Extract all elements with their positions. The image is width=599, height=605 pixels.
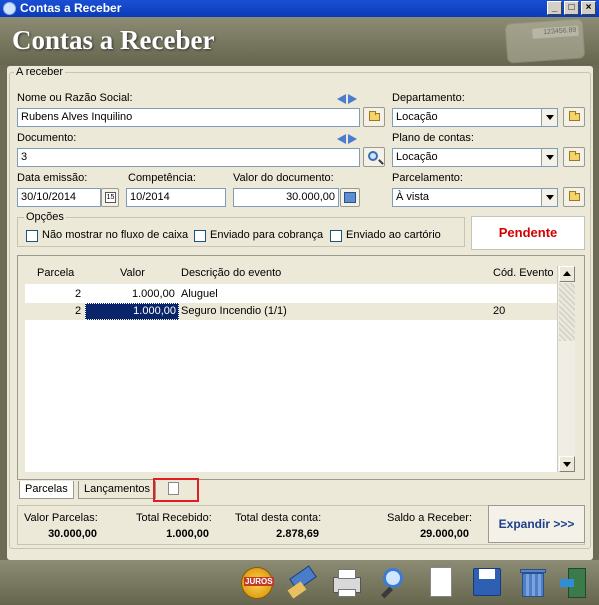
nome-label: Nome ou Razão Social: xyxy=(17,92,133,104)
nav-arrows-icon[interactable] xyxy=(337,94,359,104)
table-row[interactable]: 2 1.000,00 Aluguel xyxy=(25,286,557,303)
calendar-icon: 15 xyxy=(105,192,116,203)
document-tab-icon[interactable] xyxy=(168,482,179,495)
departamento-value: Locação xyxy=(396,111,438,123)
exit-button[interactable] xyxy=(558,565,594,601)
valor-parcelas-value: 30.000,00 xyxy=(48,528,97,540)
cell-parcela: 2 xyxy=(75,305,82,317)
new-document-button[interactable] xyxy=(423,565,459,601)
competencia-label: Competência: xyxy=(128,172,196,184)
chevron-down-icon[interactable] xyxy=(541,149,557,166)
valor-parcelas-label: Valor Parcelas: xyxy=(24,512,98,524)
juros-label: JUROS xyxy=(244,577,274,586)
competencia-field[interactable]: 10/2014 xyxy=(126,188,226,207)
parcelamento-value: À vista xyxy=(396,191,430,203)
parcelamento-label: Parcelamento: xyxy=(392,172,463,184)
departamento-label: Departamento: xyxy=(392,92,465,104)
saldo-value: 29.000,00 xyxy=(420,528,469,540)
calculator-icon xyxy=(344,192,356,203)
search-button[interactable] xyxy=(377,565,413,601)
total-conta-label: Total desta conta: xyxy=(235,512,322,524)
nome-field[interactable]: Rubens Alves Inquilino xyxy=(17,108,360,127)
chevron-down-icon[interactable] xyxy=(541,189,557,206)
scroll-down-icon[interactable] xyxy=(559,456,575,472)
scroll-up-icon[interactable] xyxy=(559,266,575,282)
scroll-thumb[interactable] xyxy=(559,283,575,341)
calculator-button[interactable] xyxy=(340,188,360,207)
saldo-label: Saldo a Receber: xyxy=(387,512,472,524)
cell-valor[interactable]: 1.000,00 xyxy=(85,303,179,320)
calendar-button[interactable]: 15 xyxy=(101,188,119,207)
documento-search-button[interactable] xyxy=(363,147,385,167)
parcelamento-select[interactable]: À vista xyxy=(392,188,558,207)
parcelamento-browse-button[interactable] xyxy=(563,187,585,207)
folder-icon xyxy=(569,191,580,201)
nav-arrows-icon[interactable] xyxy=(337,134,359,144)
cartorio-label: Enviado ao cartório xyxy=(346,229,441,241)
page-title: Contas a Receber xyxy=(12,25,215,55)
departamento-browse-button[interactable] xyxy=(563,107,585,127)
opcoes-legend: Opções xyxy=(24,211,66,223)
calculator-decoration-icon: 123456.89 xyxy=(504,18,586,64)
column-header[interactable]: Valor xyxy=(120,267,145,279)
new-document-icon xyxy=(430,567,452,597)
folder-icon xyxy=(569,151,580,161)
fluxo-caixa-label: Não mostrar no fluxo de caixa xyxy=(42,229,189,241)
search-icon xyxy=(383,568,403,588)
clean-button[interactable] xyxy=(285,565,321,601)
plano-contas-browse-button[interactable] xyxy=(563,147,585,167)
total-recebido-label: Total Recebido: xyxy=(136,512,212,524)
cell-parcela: 2 xyxy=(75,288,82,300)
folder-icon xyxy=(369,111,380,121)
minimize-button[interactable]: _ xyxy=(547,1,562,15)
parcelas-grid: Parcela Valor Descrição do evento Cód. E… xyxy=(25,262,557,472)
valor-documento-field[interactable]: 30.000,00 xyxy=(233,188,339,207)
search-icon xyxy=(368,151,378,161)
cobranca-checkbox[interactable] xyxy=(194,230,206,242)
delete-button[interactable] xyxy=(515,565,551,601)
juros-button[interactable]: JUROS xyxy=(239,565,275,601)
cell-cod: 20 xyxy=(493,305,506,317)
total-recebido-value: 1.000,00 xyxy=(166,528,209,540)
data-emissao-label: Data emissão: xyxy=(17,172,88,184)
fluxo-caixa-checkbox[interactable] xyxy=(26,230,38,242)
window-titlebar: Contas a Receber _ □ × xyxy=(0,0,599,17)
departamento-select[interactable]: Locação xyxy=(392,108,558,127)
app-icon xyxy=(3,2,16,15)
table-row-selected[interactable]: 2 1.000,00 Seguro Incendio (1/1) 20 xyxy=(25,303,557,320)
tab-parcelas[interactable]: Parcelas xyxy=(19,481,74,499)
cartorio-checkbox[interactable] xyxy=(330,230,342,242)
data-emissao-field[interactable]: 30/10/2014 xyxy=(17,188,101,207)
group-legend: A receber xyxy=(14,66,66,78)
grid-scrollbar[interactable] xyxy=(557,266,575,472)
column-header[interactable]: Parcela xyxy=(37,267,74,279)
folder-icon xyxy=(569,111,580,121)
plano-contas-label: Plano de contas: xyxy=(392,132,474,144)
save-button[interactable] xyxy=(469,565,505,601)
total-conta-value: 2.878,69 xyxy=(276,528,319,540)
cell-descricao: Aluguel xyxy=(181,288,218,300)
calculator-display: 123456.89 xyxy=(532,25,579,39)
expandir-button[interactable]: Expandir >>> xyxy=(488,505,585,543)
column-header[interactable]: Cód. Evento xyxy=(493,267,554,279)
tab-lancamentos[interactable]: Lançamentos xyxy=(78,481,157,499)
valor-documento-label: Valor do documento: xyxy=(233,172,334,184)
documento-field[interactable]: 3 xyxy=(17,148,360,167)
cell-valor: 1.000,00 xyxy=(132,288,175,300)
page-header: Contas a Receber 123456.89 xyxy=(0,17,599,65)
nome-browse-button[interactable] xyxy=(363,107,385,127)
plano-contas-value: Locação xyxy=(396,151,438,163)
window-title: Contas a Receber xyxy=(20,1,122,15)
close-button[interactable]: × xyxy=(581,1,596,15)
print-button[interactable] xyxy=(329,565,365,601)
documento-label: Documento: xyxy=(17,132,77,144)
plano-contas-select[interactable]: Locação xyxy=(392,148,558,167)
status-badge: Pendente xyxy=(471,216,585,250)
maximize-button[interactable]: □ xyxy=(564,1,579,15)
cobranca-label: Enviado para cobrança xyxy=(210,229,324,241)
cell-descricao: Seguro Incendio (1/1) xyxy=(181,305,287,317)
chevron-down-icon[interactable] xyxy=(541,109,557,126)
grid-header: Parcela Valor Descrição do evento Cód. E… xyxy=(25,262,557,284)
column-header[interactable]: Descrição do evento xyxy=(181,267,281,279)
